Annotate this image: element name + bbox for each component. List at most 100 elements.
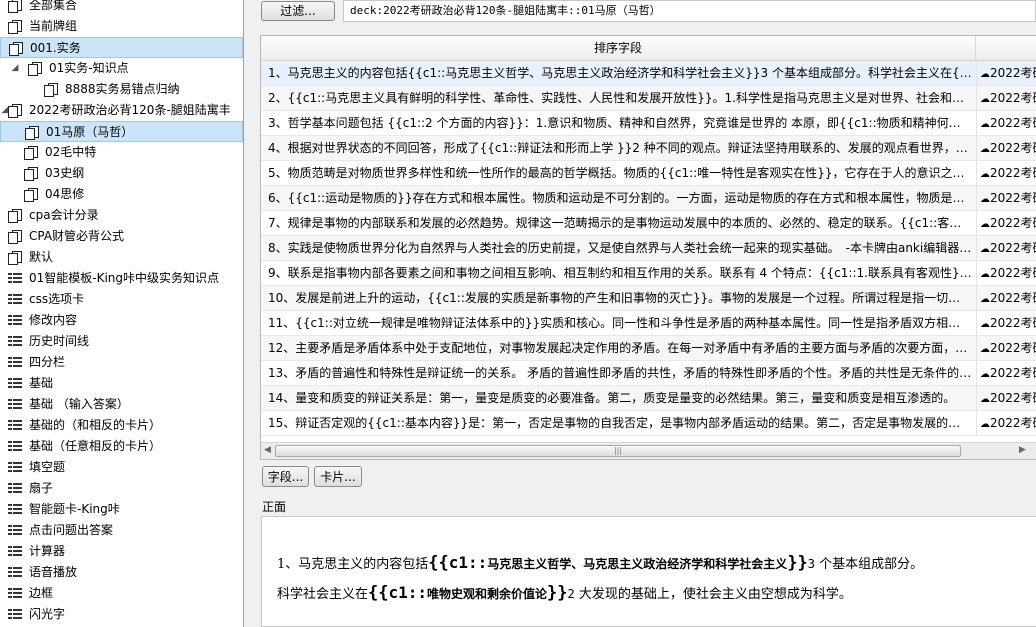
table-row[interactable]: 11、{{c1::对立统一规律是唯物辩证法体系中的}}实质和核心。同一性和斗争性… xyxy=(261,311,1036,336)
cloud-icon: ☁ xyxy=(980,194,990,205)
sidebar-item-label: 闪光字 xyxy=(29,607,66,621)
deck-cell-text: 2022考研 xyxy=(990,291,1036,305)
cloud-icon: ☁ xyxy=(980,119,990,130)
sidebar-item[interactable]: css选项卡 xyxy=(0,289,243,310)
sidebar-item[interactable]: 基础（任意相反的卡片） xyxy=(0,436,243,457)
notetype-icon xyxy=(8,482,22,495)
notetype-icon xyxy=(8,377,22,390)
sidebar-item[interactable]: 001.实务 xyxy=(0,37,243,58)
table-row[interactable]: 13、矛盾的普遍性和特殊性是辩证统一的关系。 矛盾的普遍性即矛盾的共性，矛盾的特… xyxy=(261,361,1036,386)
deck-icon xyxy=(25,126,39,140)
sidebar-deck-tree[interactable]: 全部集合 当前牌组 001.实务 ◢ 01实务-知识点 8888实务易错点归纳 ◢ 2022考… xyxy=(0,0,244,627)
sidebar-item[interactable]: 默认 xyxy=(0,247,243,268)
sidebar-item[interactable]: 闪光字 xyxy=(0,604,243,625)
scrollbar-thumb[interactable]: ||| xyxy=(275,445,961,457)
filter-button[interactable]: 过滤... xyxy=(261,1,335,21)
editor-text: 科学社会主义在 xyxy=(277,587,369,602)
deck-icon xyxy=(8,230,22,244)
sidebar-item[interactable]: cpa会计分录 xyxy=(0,205,243,226)
deck-cell-text: 2022考研 xyxy=(990,166,1036,180)
table-row[interactable]: 14、量变和质变的辩证关系是：第一，量变是质变的必要准备。第二，质变是量变的必然… xyxy=(261,386,1036,411)
cards-button[interactable]: 卡片... xyxy=(314,466,362,487)
deck-cell-text: 2022考研 xyxy=(990,416,1036,430)
cloze-open: {{ xyxy=(428,553,449,573)
sidebar-item-label: 基础（任意相反的卡片） xyxy=(29,439,162,453)
collapse-arrow-icon[interactable]: ◢ xyxy=(10,58,20,79)
deck-icon xyxy=(8,0,22,13)
sidebar-item[interactable]: 02毛中特 xyxy=(0,142,243,163)
sidebar-item[interactable]: 基础 xyxy=(0,373,243,394)
sidebar-item[interactable]: 全部集合 xyxy=(0,0,243,16)
sidebar-item[interactable]: 当前牌组 xyxy=(0,16,243,37)
table-row[interactable]: 9、联系是指事物内部各要素之间和事物之间相互影响、相互制约和相互作用的关系。联系… xyxy=(261,261,1036,286)
sidebar-item[interactable]: 语音播放 xyxy=(0,562,243,583)
sidebar-item[interactable]: 扇子 xyxy=(0,478,243,499)
cloud-icon: ☁ xyxy=(980,319,990,330)
sidebar-item[interactable]: 01马原（马哲） xyxy=(0,121,243,142)
table-row[interactable]: 3、哲学基本问题包括 {{c1::2 个方面的内容}}：1.意识和物质、精神和自… xyxy=(261,111,1036,136)
column-header-deck[interactable] xyxy=(976,36,1036,60)
deck-cell: ☁2022考研 xyxy=(976,111,1036,135)
cloze-text: 唯物史观和剩余价值论 xyxy=(427,587,548,601)
sidebar-item[interactable]: 8888实务易错点归纳 xyxy=(0,79,243,100)
table-row[interactable]: 6、{{c1::运动是物质的}}存在方式和根本属性。物质和运动是不可分割的。一方… xyxy=(261,186,1036,211)
editor-line-2: 科学社会主义在{{c1::唯物史观和剩余价值论}}2 大发现的基础上，使社会主义… xyxy=(277,579,1036,609)
deck-icon xyxy=(8,251,22,265)
horizontal-scrollbar[interactable]: ◀ ||| ▶ xyxy=(261,442,1036,459)
notetype-icon xyxy=(8,461,22,474)
notetype-icon xyxy=(8,356,22,369)
sidebar-item[interactable]: 01智能模板-King咔中级实务知识点 xyxy=(0,268,243,289)
sidebar-item[interactable]: 历史时间线 xyxy=(0,331,243,352)
sidebar-item[interactable]: 修改内容 xyxy=(0,310,243,331)
sidebar-item[interactable]: 基础的（和相反的卡片） xyxy=(0,415,243,436)
search-input[interactable]: deck:2022考研政治必背120条-腿姐陆寓丰::01马原（马哲） xyxy=(343,0,1036,22)
sidebar-item[interactable]: 点击问题出答案 xyxy=(0,520,243,541)
deck-icon xyxy=(24,188,38,202)
sidebar-item-label: 填空题 xyxy=(29,460,66,474)
deck-cell-text: 2022考研 xyxy=(990,341,1036,355)
sidebar-item[interactable]: 计算器 xyxy=(0,541,243,562)
notetype-icon xyxy=(8,419,22,432)
scroll-left-icon[interactable]: ◀ xyxy=(264,445,271,455)
table-row[interactable]: 4、根据对世界状态的不同回答，形成了{{c1::辩证法和形而上学 }}2 种不同… xyxy=(261,136,1036,161)
table-row[interactable]: 1、马克思主义的内容包括{{c1::马克思主义哲学、马克思主义政治经济学和科学社… xyxy=(261,61,1036,86)
sidebar-item-label: 计算器 xyxy=(29,544,66,558)
scroll-right-icon[interactable]: ▶ xyxy=(1019,445,1026,455)
sidebar-item[interactable]: 04思修 xyxy=(0,184,243,205)
sidebar-item-label: 2022考研政治必背120条-腿姐陆寓丰 xyxy=(29,103,231,117)
sidebar-item[interactable]: 四分栏 xyxy=(0,352,243,373)
sort-field-cell: 7、规律是事物的内部联系和发展的必然趋势。规律这一范畴揭示的是事物运动发展中的本… xyxy=(268,216,972,230)
notetype-icon xyxy=(8,503,22,516)
table-row[interactable]: 12、主要矛盾是矛盾体系中处于支配地位，对事物发展起决定作用的矛盾。在每一对矛盾… xyxy=(261,336,1036,361)
notetype-icon xyxy=(8,566,22,579)
table-row[interactable]: 15、辩证否定观的{{c1::基本内容}}是：第一，否定是事物的自我否定，是事物… xyxy=(261,411,1036,436)
sidebar-item[interactable]: 基础 （输入答案） xyxy=(0,394,243,415)
table-header: 排序字段 xyxy=(261,36,1036,61)
table-row[interactable]: 8、实践是使物质世界分化为自然界与人类社会的历史前提，又是使自然界与人类社会统一… xyxy=(261,236,1036,261)
deck-cell: ☁2022考研 xyxy=(976,186,1036,210)
sidebar-item[interactable]: 填空题 xyxy=(0,457,243,478)
sidebar-item-label: cpa会计分录 xyxy=(29,208,99,222)
sidebar-item[interactable]: ◢ 01实务-知识点 xyxy=(0,58,243,79)
front-field-editor[interactable]: 1、马克思主义的内容包括{{c1::马克思主义哲学、马克思主义政治经济学和科学社… xyxy=(261,516,1036,627)
fields-button[interactable]: 字段... xyxy=(262,466,309,487)
table-row[interactable]: 7、规律是事物的内部联系和发展的必然趋势。规律这一范畴揭示的是事物运动发展中的本… xyxy=(261,211,1036,236)
notetype-icon xyxy=(8,335,22,348)
sidebar-item-label: 01实务-知识点 xyxy=(49,61,129,75)
sidebar-item[interactable]: CPA财管必背公式 xyxy=(0,226,243,247)
column-header-sort-field[interactable]: 排序字段 xyxy=(261,36,976,60)
editor-text: 大发现的基础上，使社会主义由空想成为科学。 xyxy=(574,587,852,602)
table-row[interactable]: 5、物质范畴是对物质世界多样性和统一性所作的最高的哲学概括。物质的{{c1::唯… xyxy=(261,161,1036,186)
sidebar-item-label: 03史纲 xyxy=(45,166,85,180)
sidebar-item-label: 04思修 xyxy=(45,187,85,201)
table-row[interactable]: 2、{{c1::马克思主义具有鲜明的科学性、革命性、实践性、人民性和发展开放性}… xyxy=(261,86,1036,111)
sidebar-item[interactable]: 智能题卡-King咔 xyxy=(0,499,243,520)
notetype-icon xyxy=(8,272,22,285)
sidebar-item[interactable]: 边框 xyxy=(0,583,243,604)
notetype-icon xyxy=(8,398,22,411)
sidebar-item[interactable]: ◢ 2022考研政治必背120条-腿姐陆寓丰 xyxy=(0,100,243,121)
deck-icon xyxy=(28,62,42,76)
sidebar-item[interactable]: 03史纲 xyxy=(0,163,243,184)
deck-cell-text: 2022考研 xyxy=(990,391,1036,405)
table-row[interactable]: 10、发展是前进上升的运动，{{c1::发展的实质是新事物的产生和旧事物的灭亡}… xyxy=(261,286,1036,311)
